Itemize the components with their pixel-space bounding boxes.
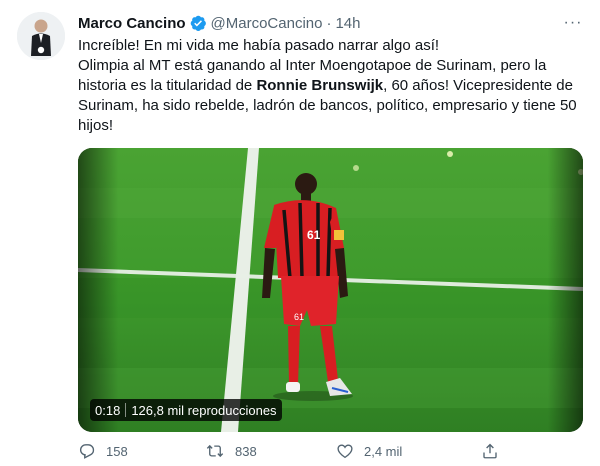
verified-badge-icon — [189, 14, 207, 32]
tweet-line-2: Olimpia al MT está ganando al Inter Moen… — [78, 56, 583, 136]
like-icon — [336, 442, 354, 460]
timestamp[interactable]: 14h — [335, 15, 360, 32]
reply-count: 158 — [106, 443, 128, 459]
tweet: Marco Cancino @MarcoCancino · 14h ··· In… — [0, 0, 600, 463]
tweet-actions: 158 838 2,4 mil — [78, 442, 583, 466]
retweet-count: 838 — [235, 443, 257, 459]
avatar[interactable] — [17, 12, 65, 60]
tweet-line-1: Increíble! En mi vida me había pasado na… — [78, 37, 440, 54]
retweet-icon — [205, 442, 225, 460]
badge-divider — [125, 403, 127, 417]
reply-icon — [78, 442, 96, 460]
video-views: 126,8 mil reproducciones — [131, 402, 277, 418]
reply-button[interactable]: 158 — [78, 442, 128, 460]
share-icon — [481, 442, 499, 460]
retweet-button[interactable]: 838 — [205, 442, 257, 460]
video-duration: 0:18 — [95, 402, 121, 418]
separator-dot: · — [326, 14, 332, 32]
more-icon[interactable]: ··· — [560, 10, 586, 36]
author-name[interactable]: Marco Cancino — [78, 15, 186, 32]
video-info-badge: 0:18 126,8 mil reproducciones — [90, 399, 282, 421]
tweet-bold-name: Ronnie Brunswijk — [256, 77, 384, 94]
video-player[interactable]: 61 61 — [78, 148, 583, 432]
share-button[interactable] — [481, 442, 499, 460]
author-handle[interactable]: @MarcoCancino — [211, 15, 323, 32]
like-button[interactable]: 2,4 mil — [336, 442, 402, 460]
tweet-header: Marco Cancino @MarcoCancino · 14h — [78, 12, 361, 34]
tweet-text: Increíble! En mi vida me había pasado na… — [78, 36, 583, 136]
like-count: 2,4 mil — [364, 443, 403, 459]
